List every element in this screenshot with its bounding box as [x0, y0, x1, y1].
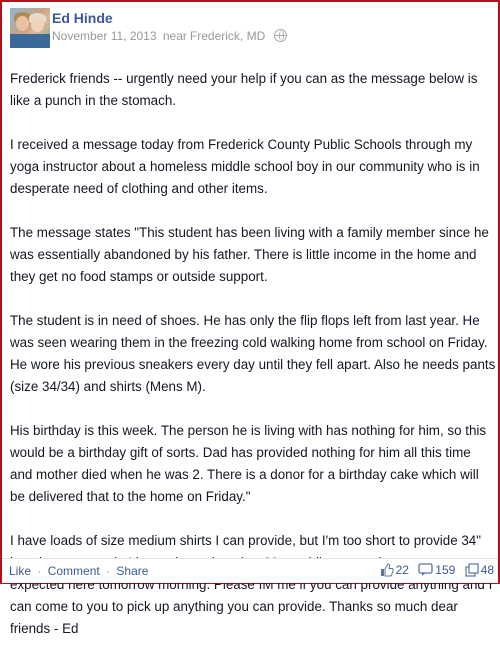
share-icon [465, 563, 479, 577]
thumbs-up-icon [380, 563, 394, 577]
shares-count: 48 [480, 563, 494, 577]
post-paragraph: Frederick friends -- urgently need your … [10, 71, 478, 108]
like-link[interactable]: Like [9, 564, 31, 578]
avatar[interactable] [10, 8, 50, 48]
shares-stat[interactable]: 48 [465, 563, 494, 577]
separator: · [37, 564, 42, 578]
location-prefix: near [162, 29, 187, 43]
post-paragraph: His birthday is this week. The person he… [10, 423, 487, 504]
comment-link[interactable]: Comment [48, 564, 100, 578]
share-link[interactable]: Share [116, 564, 148, 578]
globe-icon[interactable] [273, 29, 287, 42]
post-actions: Like · Comment · Share [9, 564, 148, 578]
post-paragraph: I received a message today from Frederic… [10, 137, 480, 196]
likes-count: 22 [395, 563, 409, 577]
post-footer: Like · Comment · Share 22 159 48 [2, 558, 498, 583]
post-stats: 22 159 48 [374, 563, 494, 577]
post-paragraph: The message states "This student has bee… [10, 225, 489, 284]
post-location[interactable]: Frederick, MD [190, 29, 265, 43]
likes-stat[interactable]: 22 [380, 563, 409, 577]
post-paragraph: The student is in need of shoes. He has … [10, 313, 496, 394]
comments-stat[interactable]: 159 [418, 563, 455, 577]
separator: · [106, 564, 111, 578]
comment-bubble-icon [418, 563, 433, 576]
post-date[interactable]: November 11, 2013 [52, 29, 157, 43]
post-paragraph: I have loads of size medium shirts I can… [10, 533, 493, 636]
post-meta: November 11, 2013 near Frederick, MD [52, 29, 287, 43]
author-name[interactable]: Ed Hinde [52, 10, 113, 26]
post-card: Ed Hinde November 11, 2013 near Frederick… [0, 0, 500, 636]
comments-count: 159 [435, 563, 456, 577]
